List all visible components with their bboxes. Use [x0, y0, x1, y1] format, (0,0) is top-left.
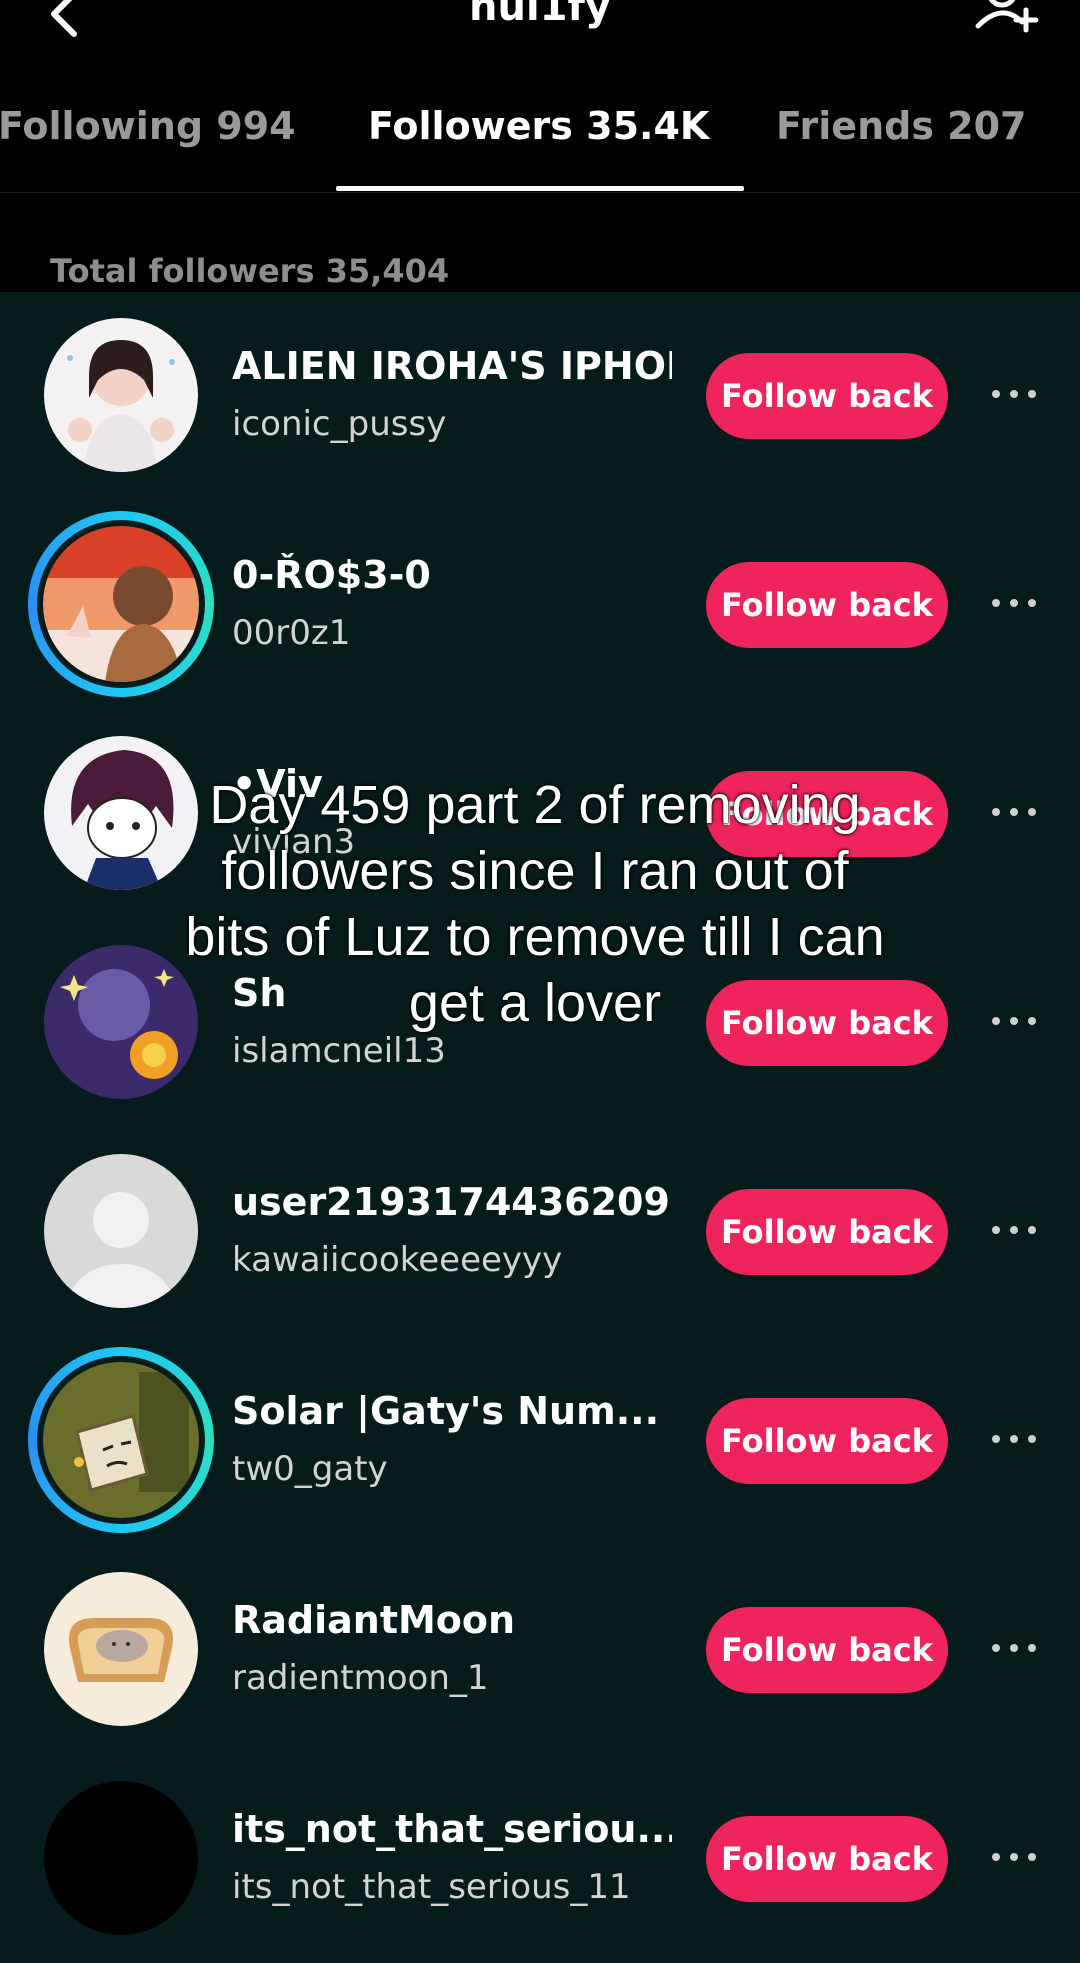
follow-back-button[interactable]: Follow back	[706, 1607, 948, 1693]
follow-back-button[interactable]: Follow back	[706, 1816, 948, 1902]
avatar[interactable]	[28, 511, 214, 697]
more-options-icon[interactable]	[990, 1011, 1040, 1031]
follower-handle: its_not_that_serious_11	[232, 1867, 631, 1907]
avatar[interactable]	[44, 1154, 198, 1308]
avatar-image	[44, 1572, 198, 1726]
list-item[interactable]: Solar |Gaty's Num... tw0_gaty Follow bac…	[0, 1337, 1080, 1545]
follow-back-button[interactable]: Follow back	[706, 1398, 948, 1484]
follower-handle: iconic_pussy	[232, 404, 447, 444]
follower-handle: radientmoon_1	[232, 1658, 489, 1698]
follow-back-button[interactable]: Follow back	[706, 353, 948, 439]
follower-name: its_not_that_seriou...	[232, 1807, 672, 1851]
more-options-icon[interactable]	[990, 802, 1040, 822]
follower-name: 0-ŘO$3-0	[232, 553, 431, 597]
more-options-icon[interactable]	[990, 1429, 1040, 1449]
list-item[interactable]: its_not_that_seriou... its_not_that_seri…	[0, 1755, 1080, 1963]
add-friend-icon[interactable]	[972, 0, 1044, 46]
avatar[interactable]	[44, 318, 198, 472]
list-item[interactable]: 0-ŘO$3-0 00r0z1 Follow back	[0, 501, 1080, 709]
follower-handle: tw0_gaty	[232, 1449, 388, 1489]
avatar-image	[43, 526, 199, 682]
tab-following[interactable]: Following 994	[0, 104, 296, 148]
default-avatar-icon	[44, 1154, 198, 1308]
more-options-icon[interactable]	[990, 1638, 1040, 1658]
avatar-image	[44, 318, 198, 472]
follower-handle: islamcneil13	[232, 1031, 446, 1071]
follow-back-button[interactable]: Follow back	[706, 562, 948, 648]
avatar[interactable]	[44, 1781, 198, 1935]
tab-friends[interactable]: Friends 207	[776, 104, 1027, 148]
total-followers-label: Total followers 35,404	[50, 252, 450, 290]
follower-name: Solar |Gaty's Num...	[232, 1389, 659, 1433]
avatar-image	[44, 736, 198, 890]
tab-followers[interactable]: Followers 35.4K	[368, 104, 709, 148]
followers-summary: Total followers 35,404	[0, 196, 1080, 292]
avatar-image	[43, 1362, 199, 1518]
avatar[interactable]	[28, 1347, 214, 1533]
list-item[interactable]: user2193174436209 kawaiicookeeeeyyy Foll…	[0, 1128, 1080, 1336]
more-options-icon[interactable]	[990, 593, 1040, 613]
follower-name: RadiantMoon	[232, 1598, 516, 1642]
top-bar: nul1fy Following 994 Followers 35.4K Fri…	[0, 0, 1080, 196]
profile-title: nul1fy	[469, 0, 611, 30]
more-options-icon[interactable]	[990, 1220, 1040, 1240]
video-caption-overlay: Day 459 part 2 of removing followers sin…	[185, 775, 885, 1033]
avatar[interactable]	[44, 736, 198, 890]
active-tab-indicator	[336, 186, 744, 191]
more-options-icon[interactable]	[990, 384, 1040, 404]
follower-name: user2193174436209	[232, 1180, 670, 1224]
more-options-icon[interactable]	[990, 1847, 1040, 1867]
list-item[interactable]: ALIEN IROHA'S IPHON... iconic_pussy Foll…	[0, 292, 1080, 500]
follower-handle: kawaiicookeeeeyyy	[232, 1240, 563, 1280]
avatar-image	[44, 1781, 198, 1935]
list-item[interactable]: RadiantMoon radientmoon_1 Follow back	[0, 1546, 1080, 1754]
tab-bar: Following 994 Followers 35.4K Friends 20…	[0, 104, 1080, 160]
follower-name: ALIEN IROHA'S IPHON...	[232, 344, 672, 388]
divider	[0, 192, 1080, 193]
follow-back-button[interactable]: Follow back	[706, 1189, 948, 1275]
follower-handle: 00r0z1	[232, 613, 351, 653]
avatar[interactable]	[44, 945, 198, 1099]
avatar-image	[44, 945, 198, 1099]
avatar[interactable]	[44, 1572, 198, 1726]
